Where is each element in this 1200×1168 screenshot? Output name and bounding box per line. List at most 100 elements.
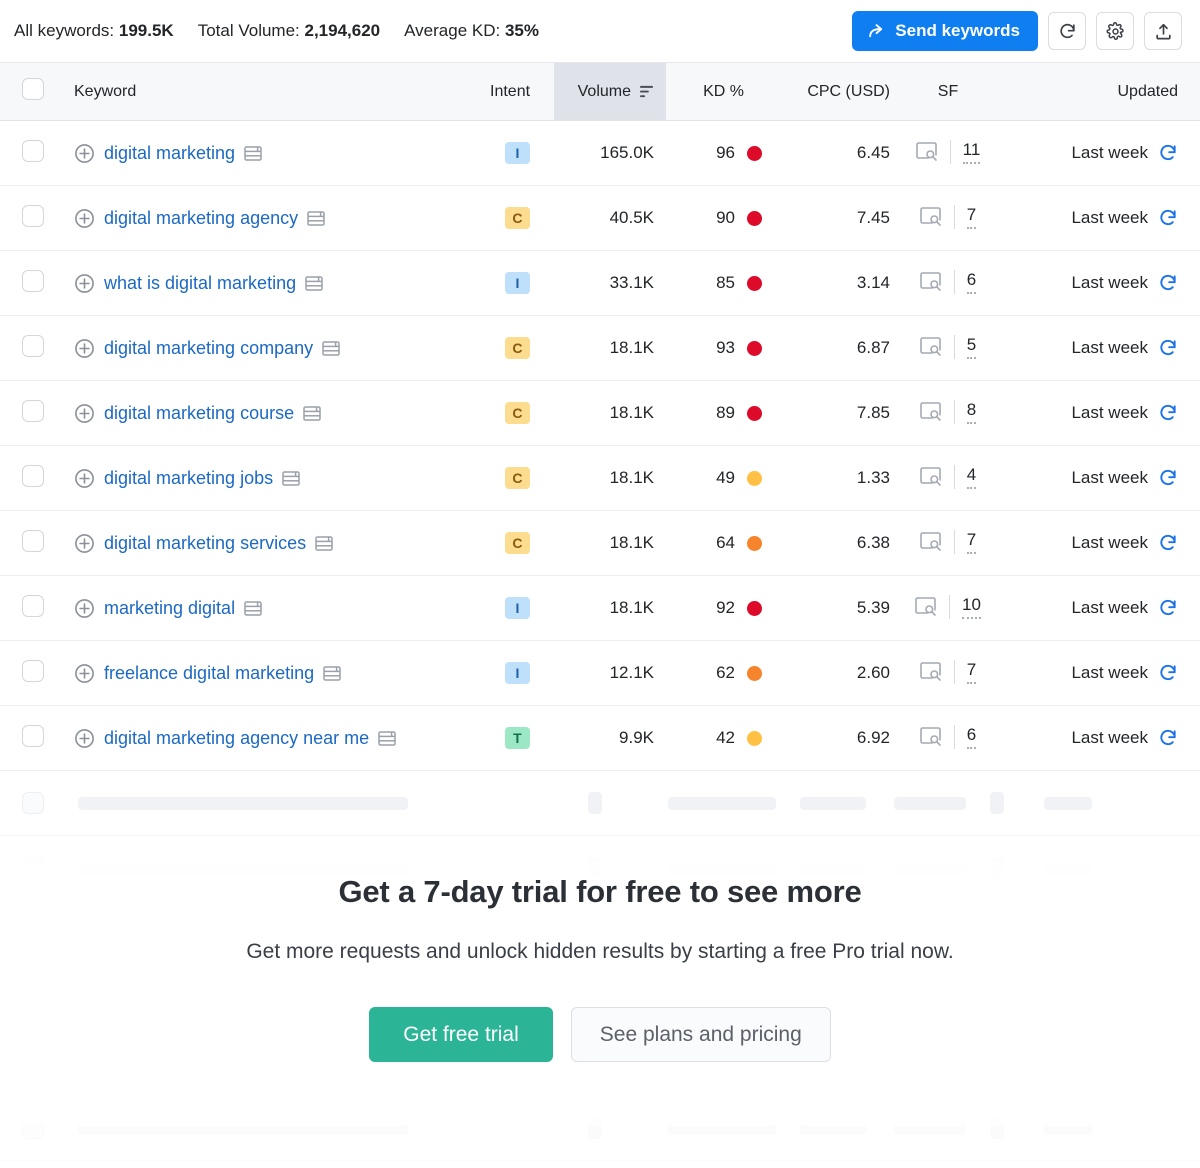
intent-badge[interactable]: C: [505, 402, 530, 424]
serp-search-icon[interactable]: [919, 531, 942, 552]
intent-badge[interactable]: C: [505, 207, 530, 229]
sf-count[interactable]: 11: [962, 140, 981, 164]
keyword-link[interactable]: freelance digital marketing: [104, 663, 314, 684]
plus-circle-icon[interactable]: [74, 468, 95, 489]
intent-badge[interactable]: I: [505, 142, 530, 164]
refresh-icon[interactable]: [1158, 468, 1178, 488]
intent-badge[interactable]: T: [505, 727, 530, 749]
serp-search-icon[interactable]: [915, 141, 938, 162]
plus-circle-icon[interactable]: [74, 403, 95, 424]
keyword-link[interactable]: digital marketing jobs: [104, 468, 273, 489]
header-sf[interactable]: SF: [898, 62, 998, 121]
row-checkbox[interactable]: [22, 659, 44, 682]
sf-count[interactable]: 7: [966, 660, 977, 684]
keyword-link[interactable]: digital marketing agency: [104, 208, 298, 229]
keyword-link[interactable]: digital marketing: [104, 143, 235, 164]
serp-window-icon[interactable]: [244, 145, 262, 162]
refresh-icon[interactable]: [1158, 143, 1178, 163]
header-intent[interactable]: Intent: [476, 62, 554, 121]
serp-window-icon[interactable]: [378, 730, 396, 747]
header-volume[interactable]: Volume: [554, 62, 666, 121]
refresh-button[interactable]: [1048, 12, 1086, 50]
row-checkbox[interactable]: [22, 529, 44, 552]
settings-button[interactable]: [1096, 12, 1134, 50]
kd-cell: 85: [666, 250, 778, 316]
serp-window-icon[interactable]: [303, 405, 321, 422]
sf-count[interactable]: 4: [966, 465, 977, 489]
keyword-link[interactable]: digital marketing services: [104, 533, 306, 554]
serp-search-icon[interactable]: [919, 466, 942, 487]
sf-count[interactable]: 7: [966, 205, 977, 229]
row-checkbox[interactable]: [22, 269, 44, 292]
intent-badge[interactable]: C: [505, 467, 530, 489]
plus-circle-icon[interactable]: [74, 663, 95, 684]
sf-count[interactable]: 6: [966, 270, 977, 294]
plus-circle-icon[interactable]: [74, 728, 95, 749]
intent-cell: I: [476, 575, 554, 641]
keyword-link[interactable]: digital marketing company: [104, 338, 313, 359]
row-checkbox[interactable]: [22, 399, 44, 422]
refresh-icon[interactable]: [1158, 663, 1178, 683]
row-checkbox[interactable]: [22, 334, 44, 357]
refresh-icon[interactable]: [1158, 728, 1178, 748]
serp-window-icon[interactable]: [307, 210, 325, 227]
intent-badge[interactable]: I: [505, 662, 530, 684]
serp-window-icon[interactable]: [315, 535, 333, 552]
sf-count[interactable]: 10: [962, 595, 981, 619]
serp-window-icon[interactable]: [322, 340, 340, 357]
refresh-icon[interactable]: [1158, 533, 1178, 553]
row-checkbox[interactable]: [22, 464, 44, 487]
row-checkbox[interactable]: [22, 594, 44, 617]
keyword-link[interactable]: what is digital marketing: [104, 273, 296, 294]
intent-cell: C: [476, 445, 554, 511]
serp-search-icon[interactable]: [915, 596, 937, 617]
refresh-icon[interactable]: [1158, 273, 1178, 293]
serp-window-icon[interactable]: [244, 600, 262, 617]
sf-cell: 7: [898, 640, 998, 706]
header-keyword[interactable]: Keyword: [58, 62, 476, 121]
plus-circle-icon[interactable]: [74, 273, 95, 294]
row-checkbox[interactable]: [22, 724, 44, 747]
serp-window-icon[interactable]: [323, 665, 341, 682]
plus-circle-icon[interactable]: [74, 338, 95, 359]
sf-count[interactable]: 8: [966, 400, 977, 424]
header-kd[interactable]: KD %: [666, 62, 778, 121]
serp-search-icon[interactable]: [919, 271, 942, 292]
plus-circle-icon[interactable]: [74, 143, 95, 164]
export-button[interactable]: [1144, 12, 1182, 50]
refresh-icon[interactable]: [1158, 338, 1178, 358]
intent-badge[interactable]: C: [505, 337, 530, 359]
keyword-link[interactable]: marketing digital: [104, 598, 235, 619]
cpc-cell: 6.87: [778, 315, 898, 381]
see-plans-and-pricing-button[interactable]: See plans and pricing: [570, 1007, 831, 1062]
refresh-icon[interactable]: [1158, 598, 1178, 618]
sf-count[interactable]: 5: [966, 335, 977, 359]
row-checkbox[interactable]: [22, 204, 44, 227]
serp-window-icon[interactable]: [305, 275, 323, 292]
serp-search-icon[interactable]: [919, 661, 942, 682]
get-free-trial-button[interactable]: Get free trial: [369, 1007, 553, 1062]
sf-count[interactable]: 6: [966, 725, 977, 749]
header-updated[interactable]: Updated: [998, 62, 1200, 121]
refresh-icon[interactable]: [1158, 403, 1178, 423]
sf-count[interactable]: 7: [966, 530, 977, 554]
plus-circle-icon[interactable]: [74, 208, 95, 229]
select-all-checkbox[interactable]: [22, 78, 44, 100]
header-cpc[interactable]: CPC (USD): [778, 62, 898, 121]
serp-search-icon[interactable]: [919, 336, 942, 357]
intent-badge[interactable]: I: [505, 272, 530, 294]
serp-search-icon[interactable]: [919, 401, 942, 422]
intent-badge[interactable]: C: [505, 532, 530, 554]
intent-badge[interactable]: I: [505, 597, 530, 619]
plus-circle-icon[interactable]: [74, 598, 95, 619]
send-keywords-button[interactable]: Send keywords: [852, 11, 1038, 51]
keyword-link[interactable]: digital marketing course: [104, 403, 294, 424]
serp-search-icon[interactable]: [919, 206, 942, 227]
row-checkbox[interactable]: [22, 139, 44, 162]
keyword-link[interactable]: digital marketing agency near me: [104, 728, 369, 749]
serp-search-icon[interactable]: [919, 726, 942, 747]
serp-window-icon[interactable]: [282, 470, 300, 487]
locked-intent-bar: [588, 792, 602, 814]
plus-circle-icon[interactable]: [74, 533, 95, 554]
refresh-icon[interactable]: [1158, 208, 1178, 228]
